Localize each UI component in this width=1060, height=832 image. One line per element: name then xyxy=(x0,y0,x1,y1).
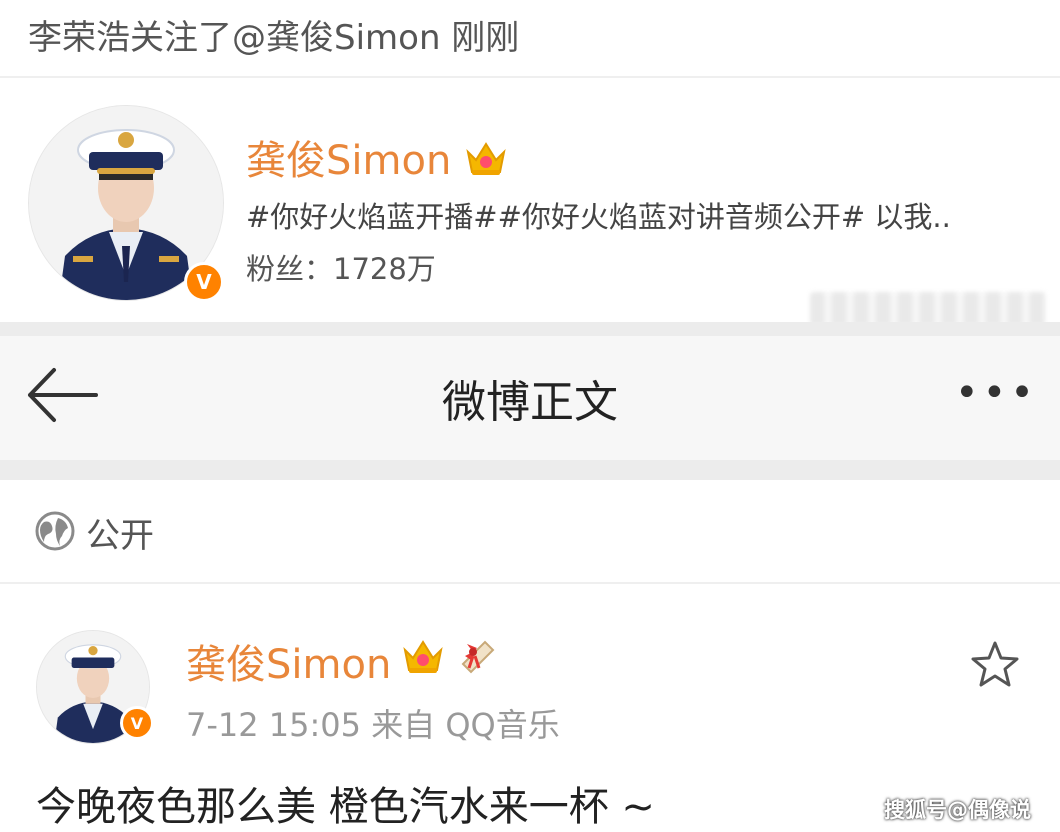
username-text: 龚俊Simon xyxy=(246,138,452,184)
separator-band xyxy=(0,460,1060,480)
visibility-label: 公开 xyxy=(86,516,154,556)
post-author-name[interactable]: 龚俊Simon xyxy=(186,632,499,690)
ribbon-badge-icon xyxy=(455,634,499,688)
crown-icon xyxy=(464,138,508,188)
globe-icon xyxy=(34,510,76,556)
visibility-row: 公开 xyxy=(34,508,154,557)
post-text: 今晚夜色那么美 橙色汽水来一杯 ~ xyxy=(36,784,655,830)
more-dots-icon[interactable]: ••• xyxy=(955,370,1038,416)
star-icon[interactable] xyxy=(968,638,1022,692)
profile-topics[interactable]: #你好火焰蓝开播##你好火焰蓝对讲音频公开# 以我.. xyxy=(246,194,951,236)
separator-band xyxy=(0,322,1060,336)
sohu-watermark: 搜狐号@偶像说 xyxy=(884,798,1031,822)
divider xyxy=(0,76,1060,78)
username-text: 龚俊Simon xyxy=(186,642,392,688)
profile-username[interactable]: 龚俊Simon xyxy=(246,128,508,188)
crown-icon xyxy=(401,636,445,686)
verified-badge: V xyxy=(184,262,224,302)
post-time-source: 7-12 15:05 来自 QQ音乐 xyxy=(186,706,560,744)
fans-count: 粉丝：1728万 xyxy=(246,252,436,286)
verified-badge: V xyxy=(120,706,154,740)
divider xyxy=(0,582,1060,584)
blurred-watermark xyxy=(810,292,1046,326)
follow-notice: 李荣浩关注了@龚俊Simon 刚刚 xyxy=(28,18,520,58)
page-title: 微博正文 xyxy=(442,377,618,428)
